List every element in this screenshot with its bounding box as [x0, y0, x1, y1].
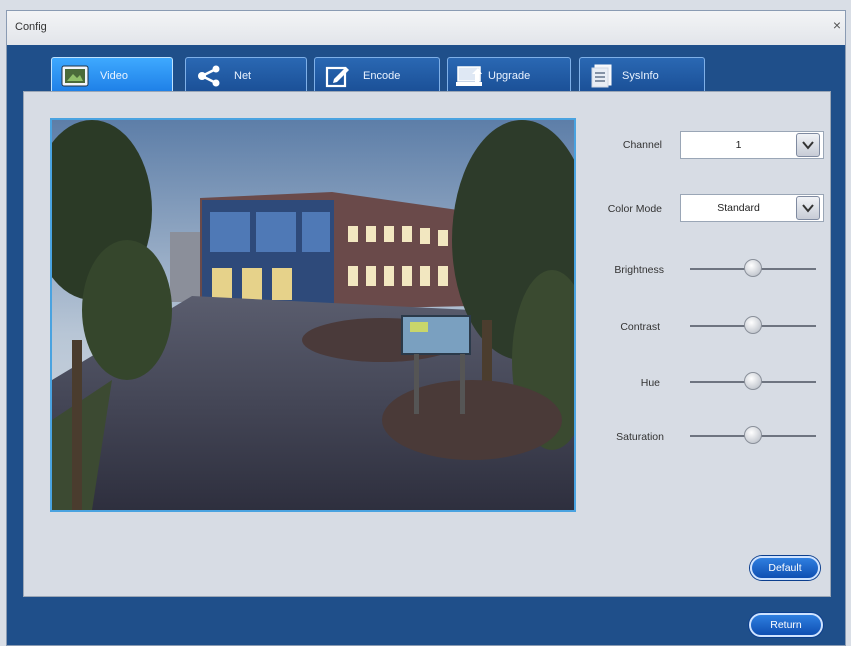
share-icon [194, 63, 224, 89]
channel-value: 1 [735, 139, 742, 151]
slider-thumb[interactable] [744, 259, 762, 277]
slider-thumb[interactable] [744, 372, 762, 390]
chevron-down-icon[interactable] [796, 133, 820, 157]
brightness-label: Brightness [614, 264, 664, 276]
tab-sysinfo-label: SysInfo [622, 69, 659, 82]
contrast-slider[interactable] [690, 316, 816, 336]
camera-image [52, 120, 574, 510]
saturation-label: Saturation [616, 431, 664, 443]
contrast-label: Contrast [620, 321, 660, 333]
channel-label: Channel [622, 139, 662, 151]
color-mode-value: Standard [717, 202, 760, 214]
chevron-down-icon[interactable] [796, 196, 820, 220]
tab-encode-label: Encode [363, 69, 401, 82]
default-button[interactable]: Default [750, 556, 820, 580]
hue-label: Hue [640, 377, 660, 389]
return-button[interactable]: Return [749, 613, 823, 637]
document-icon [588, 63, 618, 89]
tab-video[interactable]: Video [51, 57, 173, 93]
tab-upgrade-label: Upgrade [488, 69, 531, 82]
upload-icon [456, 63, 486, 89]
hue-slider[interactable] [690, 372, 816, 392]
channel-select[interactable]: 1 [680, 131, 824, 159]
slider-thumb[interactable] [744, 316, 762, 334]
title-bar: Config × [7, 11, 845, 46]
tab-sysinfo[interactable]: SysInfo [579, 57, 705, 93]
video-preview [50, 118, 576, 512]
color-mode-label: Color Mode [607, 203, 662, 215]
video-settings-panel: Channel 1 Color Mode Standard Brightness… [23, 91, 831, 597]
color-mode-select[interactable]: Standard [680, 194, 824, 222]
tab-net[interactable]: Net [185, 57, 307, 93]
slider-thumb[interactable] [744, 426, 762, 444]
tab-net-label: Net [234, 69, 252, 82]
tab-upgrade[interactable]: Upgrade [447, 57, 571, 93]
edit-icon [323, 63, 353, 89]
close-icon[interactable]: × [833, 17, 841, 33]
config-window: Config × Video Net Encode Upgrade SysInf… [6, 10, 846, 646]
brightness-slider[interactable] [690, 259, 816, 279]
tab-video-label: Video [100, 69, 128, 82]
video-icon [60, 63, 90, 89]
tab-encode[interactable]: Encode [314, 57, 440, 93]
window-title: Config [15, 21, 47, 33]
saturation-slider[interactable] [690, 426, 816, 446]
